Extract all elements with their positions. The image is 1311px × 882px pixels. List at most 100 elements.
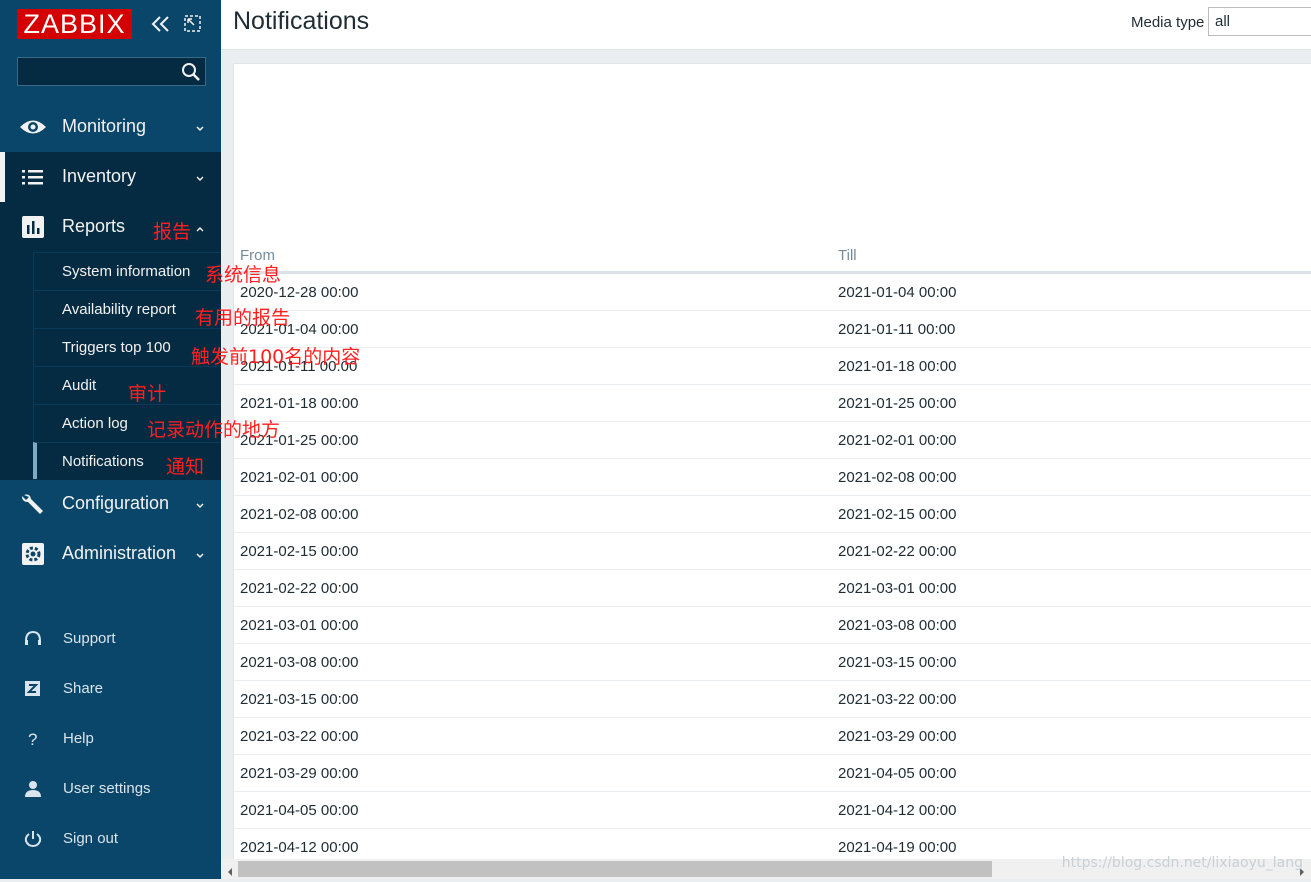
cell-from: 2021-01-04 00:00 — [240, 321, 359, 338]
submenu-notifications[interactable]: Notifications — [33, 442, 221, 479]
eye-icon — [19, 115, 47, 139]
cell-from: 2021-03-29 00:00 — [240, 765, 359, 782]
bar-chart-icon — [19, 215, 47, 239]
search-input[interactable] — [22, 61, 176, 83]
cell-till: 2021-01-25 00:00 — [838, 395, 957, 412]
cell-from: 2021-03-15 00:00 — [240, 691, 359, 708]
sidebar-sign-out[interactable]: Sign out — [0, 819, 221, 859]
table-row: 2021-01-25 00:00 2021-02-01 00:00 — [234, 422, 1311, 459]
submenu-audit[interactable]: Audit — [33, 366, 221, 403]
zabbix-logo[interactable]: ZABBIX — [17, 9, 132, 39]
cell-till: 2021-01-04 00:00 — [838, 284, 957, 301]
cell-from: 2021-01-11 00:00 — [240, 358, 358, 375]
cell-till: 2021-04-12 00:00 — [838, 802, 957, 819]
chevron-down-icon — [195, 496, 205, 509]
page-title: Notifications — [233, 7, 370, 35]
page-header: Notifications Media type all — [221, 0, 1311, 50]
cell-till: 2021-01-18 00:00 — [838, 358, 957, 375]
footer-label: Sign out — [63, 830, 119, 847]
table-row: 2021-01-11 00:00 2021-01-18 00:00 — [234, 348, 1311, 385]
submenu-label: Availability report — [62, 301, 176, 318]
headset-icon — [22, 629, 44, 649]
menu-monitoring[interactable]: Monitoring — [0, 102, 221, 152]
submenu-availability-report[interactable]: Availability report — [33, 290, 221, 327]
cell-till: 2021-03-08 00:00 — [838, 617, 957, 634]
user-icon — [22, 779, 44, 799]
media-type-select[interactable]: all — [1208, 7, 1311, 36]
submenu-label: Audit — [62, 377, 97, 394]
notifications-table-panel: From Till 2020-12-28 00:00 2021-01-04 00:… — [233, 63, 1311, 859]
collapse-sidebar-icon[interactable] — [150, 12, 172, 36]
footer-label: Share — [63, 680, 104, 697]
menu-inventory[interactable]: Inventory — [0, 152, 221, 202]
scrollbar-thumb[interactable] — [238, 861, 992, 877]
svg-text:?: ? — [28, 730, 37, 749]
gear-icon — [19, 542, 47, 566]
cell-from: 2021-02-01 00:00 — [240, 469, 359, 486]
cell-till: 2021-04-19 00:00 — [838, 839, 957, 856]
wrench-icon — [19, 492, 47, 516]
chevron-down-icon — [195, 546, 205, 559]
sidebar-user-settings[interactable]: User settings — [0, 769, 221, 809]
cell-till: 2021-04-05 00:00 — [838, 765, 957, 782]
table-row: 2021-02-22 00:00 2021-03-01 00:00 — [234, 570, 1311, 607]
table-row: 2021-02-08 00:00 2021-02-15 00:00 — [234, 496, 1311, 533]
watermark: https://blog.csdn.net/lixiaoyu_lang — [1061, 855, 1303, 871]
menu-label: Reports — [62, 216, 126, 236]
footer-label: Help — [63, 730, 94, 747]
table-row: 2021-01-18 00:00 2021-01-25 00:00 — [234, 385, 1311, 422]
cell-from: 2021-01-25 00:00 — [240, 432, 359, 449]
submenu-triggers-top-100[interactable]: Triggers top 100 — [33, 328, 221, 365]
footer-label: Support — [63, 630, 116, 647]
cell-till: 2021-01-11 00:00 — [838, 321, 956, 338]
media-type-label: Media type — [1131, 14, 1205, 31]
table-row: 2021-03-29 00:00 2021-04-05 00:00 — [234, 755, 1311, 792]
sidebar-help[interactable]: ? Help — [0, 719, 221, 759]
cell-from: 2021-04-12 00:00 — [240, 839, 359, 856]
list-icon — [19, 165, 47, 189]
cell-till: 2021-02-22 00:00 — [838, 543, 957, 560]
table-row: 2021-01-04 00:00 2021-01-11 00:00 — [234, 311, 1311, 348]
table-row: 2021-04-05 00:00 2021-04-12 00:00 — [234, 792, 1311, 829]
submenu-label: Action log — [62, 415, 128, 432]
sidebar-support[interactable]: Support — [0, 619, 221, 659]
submenu-label: Notifications — [62, 453, 144, 470]
cell-till: 2021-03-15 00:00 — [838, 654, 957, 671]
menu-configuration[interactable]: Configuration — [0, 479, 221, 529]
sidebar: ZABBIX Monitoring Inventory Reports Syst… — [0, 0, 221, 879]
cell-from: 2021-04-05 00:00 — [240, 802, 359, 819]
scroll-left-arrow-icon[interactable] — [224, 863, 236, 876]
menu-administration[interactable]: Administration — [0, 529, 221, 579]
cell-from: 2021-03-08 00:00 — [240, 654, 359, 671]
cell-from: 2021-03-22 00:00 — [240, 728, 359, 745]
cell-from: 2021-02-15 00:00 — [240, 543, 359, 560]
column-header-till[interactable]: Till — [838, 247, 857, 264]
footer-label: User settings — [63, 780, 151, 797]
sidebar-share[interactable]: Share — [0, 669, 221, 709]
cell-from: 2021-02-08 00:00 — [240, 506, 359, 523]
cell-from: 2021-02-22 00:00 — [240, 580, 359, 597]
cell-till: 2021-03-01 00:00 — [838, 580, 957, 597]
table-row: 2020-12-28 00:00 2021-01-04 00:00 — [234, 274, 1311, 311]
cell-from: 2021-01-18 00:00 — [240, 395, 359, 412]
menu-reports[interactable]: Reports — [0, 202, 221, 252]
power-icon — [22, 829, 44, 849]
reports-submenu: System information Availability report T… — [0, 252, 221, 480]
share-z-icon — [22, 679, 44, 699]
sidebar-search — [17, 57, 206, 86]
submenu-label: System information — [62, 263, 191, 280]
chevron-down-icon — [195, 169, 205, 182]
menu-label: Administration — [62, 543, 177, 563]
search-icon[interactable] — [180, 61, 202, 83]
column-header-from[interactable]: From — [240, 247, 275, 264]
chevron-up-icon — [195, 219, 205, 232]
submenu-system-information[interactable]: System information — [33, 252, 221, 289]
menu-label: Inventory — [62, 166, 137, 186]
kiosk-mode-icon[interactable] — [182, 12, 204, 36]
table-row: 2021-03-08 00:00 2021-03-15 00:00 — [234, 644, 1311, 681]
table-row: 2021-02-15 00:00 2021-02-22 00:00 — [234, 533, 1311, 570]
table-row: 2021-03-01 00:00 2021-03-08 00:00 — [234, 607, 1311, 644]
cell-from: 2020-12-28 00:00 — [240, 284, 359, 301]
cell-till: 2021-03-29 00:00 — [838, 728, 957, 745]
submenu-action-log[interactable]: Action log — [33, 404, 221, 441]
